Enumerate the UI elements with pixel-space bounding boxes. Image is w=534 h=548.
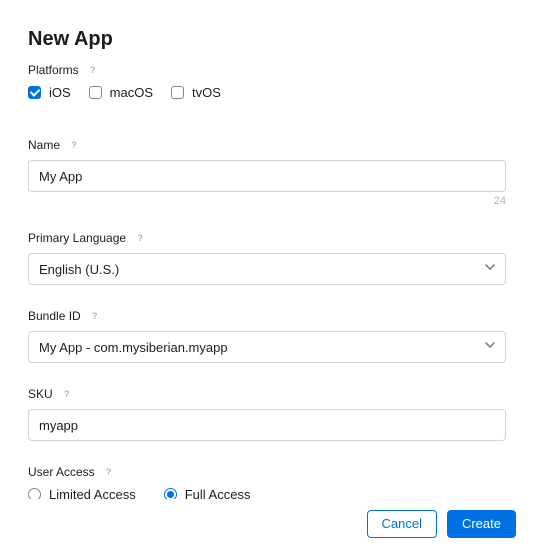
platform-checkbox-ios[interactable]: iOS — [28, 85, 71, 100]
help-icon[interactable]: ? — [103, 466, 115, 478]
name-label: Name — [28, 138, 60, 152]
bundle-id-field-block: Bundle ID ? My App - com.mysiberian.myap… — [28, 309, 506, 363]
dialog-footer: Cancel Create — [0, 499, 534, 548]
form-scroll-area[interactable]: New App Platforms ? iOS macOS tvOS Name … — [0, 0, 534, 499]
help-icon[interactable]: ? — [68, 139, 80, 151]
sku-label-row: SKU ? — [28, 387, 506, 401]
radio-label: Full Access — [185, 487, 251, 499]
user-access-label-row: User Access ? — [28, 465, 506, 479]
radio-icon — [164, 488, 177, 499]
help-icon[interactable]: ? — [61, 388, 73, 400]
platform-checkbox-macos[interactable]: macOS — [89, 85, 153, 100]
bundle-id-label: Bundle ID — [28, 309, 81, 323]
create-button[interactable]: Create — [447, 510, 516, 538]
primary-language-select[interactable]: English (U.S.) — [28, 253, 506, 285]
user-access-radio-full[interactable]: Full Access — [164, 487, 251, 499]
help-icon[interactable]: ? — [87, 64, 99, 76]
primary-language-field-block: Primary Language ? English (U.S.) — [28, 231, 506, 285]
primary-language-label-row: Primary Language ? — [28, 231, 506, 245]
platforms-options: iOS macOS tvOS — [28, 85, 506, 100]
user-access-radio-limited[interactable]: Limited Access — [28, 487, 136, 499]
name-field-block: Name ? 24 — [28, 138, 506, 207]
help-icon[interactable]: ? — [89, 310, 101, 322]
sku-label: SKU — [28, 387, 53, 401]
select-value: My App - com.mysiberian.myapp — [39, 340, 228, 355]
name-char-count: 24 — [28, 195, 506, 207]
platform-checkbox-tvos[interactable]: tvOS — [171, 85, 221, 100]
bundle-id-select-wrap: My App - com.mysiberian.myapp — [28, 331, 506, 363]
help-icon[interactable]: ? — [134, 232, 146, 244]
checkbox-label: macOS — [110, 85, 153, 100]
radio-label: Limited Access — [49, 487, 136, 499]
user-access-options: Limited Access Full Access — [28, 487, 506, 499]
sku-field-block: SKU ? — [28, 387, 506, 441]
primary-language-label: Primary Language — [28, 231, 126, 245]
platforms-label-row: Platforms ? — [28, 63, 506, 77]
bundle-id-select[interactable]: My App - com.mysiberian.myapp — [28, 331, 506, 363]
user-access-label: User Access — [28, 465, 95, 479]
sku-input[interactable] — [28, 409, 506, 441]
checkbox-label: tvOS — [192, 85, 221, 100]
name-input[interactable] — [28, 160, 506, 192]
bundle-id-label-row: Bundle ID ? — [28, 309, 506, 323]
name-label-row: Name ? — [28, 138, 506, 152]
checkbox-icon — [89, 86, 102, 99]
page-title: New App — [28, 28, 506, 51]
select-value: English (U.S.) — [39, 262, 119, 277]
cancel-button[interactable]: Cancel — [367, 510, 437, 538]
user-access-field-block: User Access ? Limited Access Full Access — [28, 465, 506, 499]
primary-language-select-wrap: English (U.S.) — [28, 253, 506, 285]
radio-icon — [28, 488, 41, 499]
checkbox-label: iOS — [49, 85, 71, 100]
platforms-label: Platforms — [28, 63, 79, 77]
checkbox-icon — [28, 86, 41, 99]
checkbox-icon — [171, 86, 184, 99]
